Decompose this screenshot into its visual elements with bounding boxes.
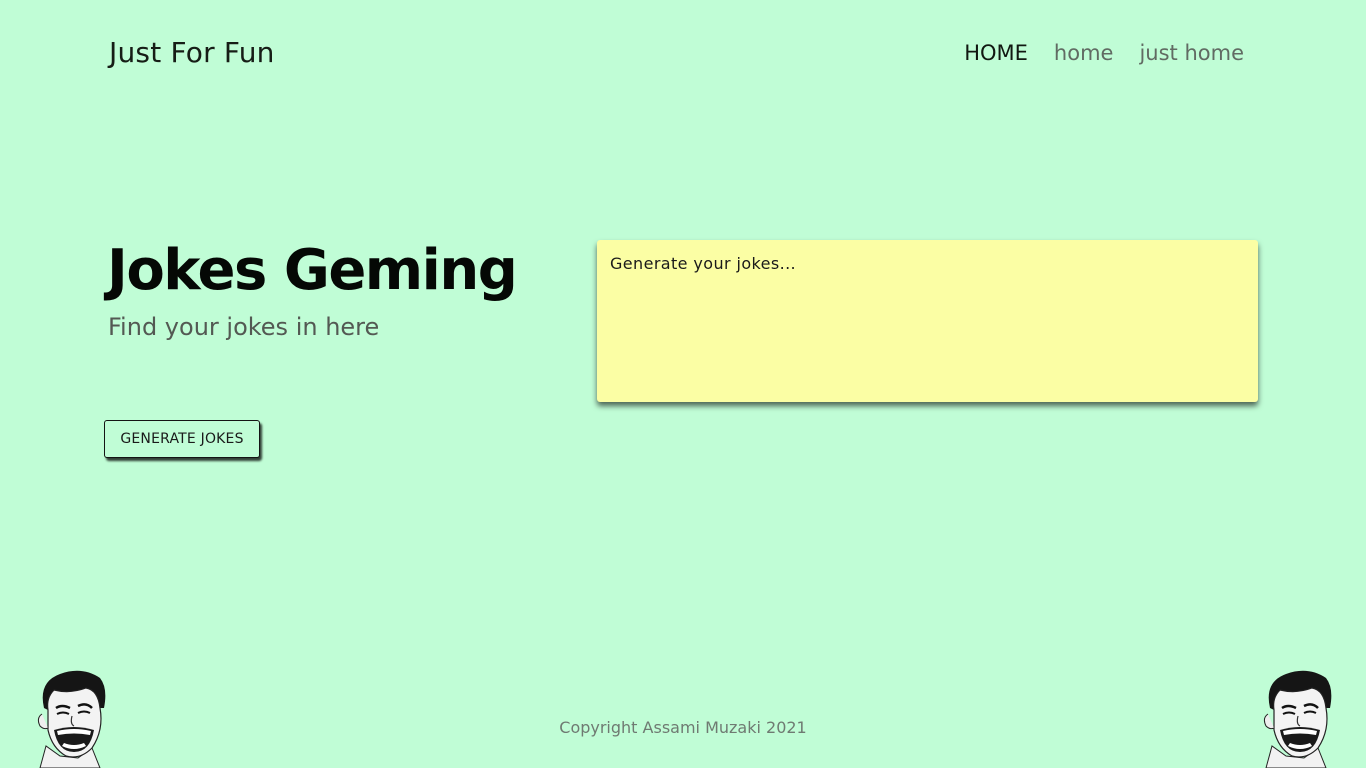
main-nav: HOME home just home [964,41,1244,65]
copyright-text: Copyright Assami Muzaki 2021 [559,718,807,737]
generate-jokes-button[interactable]: GENERATE JOKES [104,420,260,458]
laughing-meme-face-icon [37,670,106,768]
page: Just For Fun HOME home just home Jokes G… [0,0,1366,768]
nav-home-upper[interactable]: HOME [964,41,1028,65]
brand-logo[interactable]: Just For Fun [109,36,275,69]
hero-title: Jokes Geming [107,238,518,303]
joke-output-textarea[interactable] [597,240,1258,402]
nav-home[interactable]: home [1054,41,1114,65]
hero-subtitle: Find your jokes in here [108,313,380,341]
nav-just-home[interactable]: just home [1139,41,1244,65]
laughing-meme-face-icon [1263,670,1332,768]
